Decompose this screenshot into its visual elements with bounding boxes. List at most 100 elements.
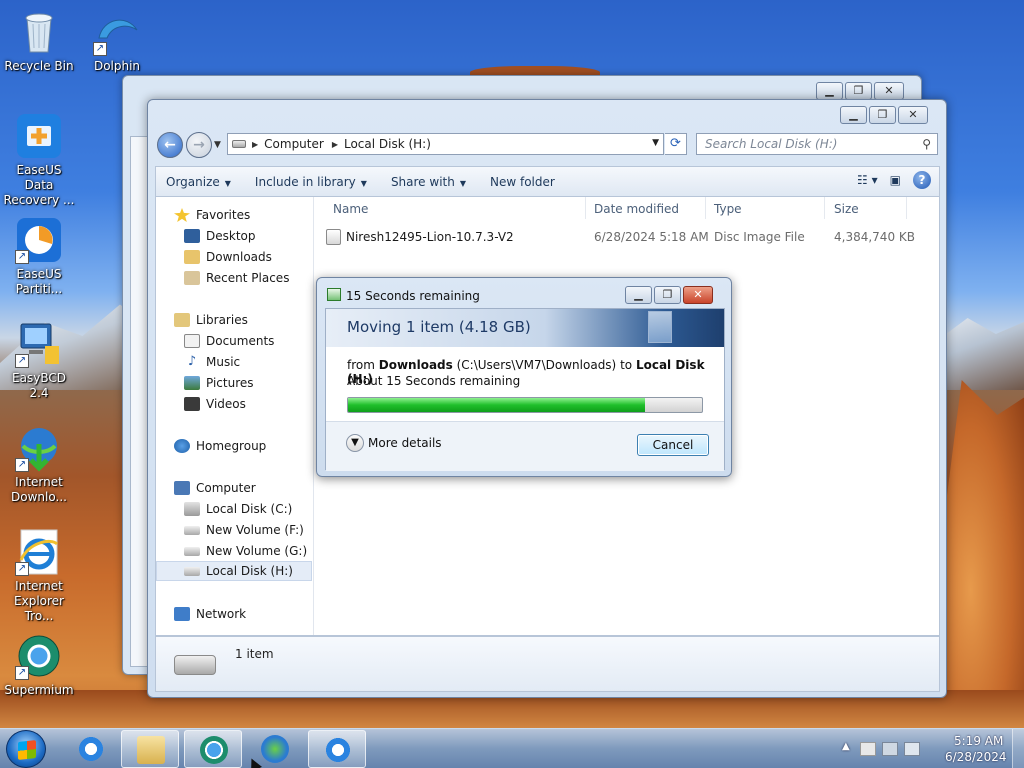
notification-area: ▲ 5:19 AM 6/28/2024 bbox=[834, 729, 1024, 768]
back-button[interactable]: ← bbox=[157, 132, 183, 158]
forward-button[interactable]: → bbox=[186, 132, 212, 158]
breadcrumb-computer[interactable]: Computer bbox=[264, 137, 324, 151]
volume-muted-icon[interactable] bbox=[904, 742, 920, 756]
system-drive-icon bbox=[184, 502, 200, 516]
desktop-icon-dolphin[interactable]: ↗ Dolphin bbox=[79, 8, 155, 74]
shortcut-arrow-icon: ↗ bbox=[15, 562, 29, 576]
nav-music[interactable]: ♪ Music bbox=[184, 352, 240, 372]
column-date-modified[interactable]: Date modified bbox=[594, 202, 679, 216]
search-icon[interactable]: ⚲ bbox=[922, 134, 931, 154]
minimize-button[interactable]: ▁ bbox=[816, 82, 843, 100]
column-divider[interactable] bbox=[705, 197, 706, 219]
new-folder-label: New folder bbox=[490, 174, 555, 189]
nav-local-disk-c[interactable]: Local Disk (C:) bbox=[184, 499, 292, 519]
desktop-icon-label: Recycle Bin bbox=[4, 59, 74, 73]
taskbar-internet-explorer-2[interactable] bbox=[308, 730, 366, 768]
nav-desktop[interactable]: Desktop bbox=[184, 226, 256, 246]
close-button[interactable]: ✕ bbox=[683, 286, 713, 304]
column-name[interactable]: Name bbox=[333, 202, 368, 216]
address-bar[interactable]: ▶ Computer ▶ Local Disk (H:) ▼ bbox=[227, 133, 664, 155]
search-input[interactable]: Search Local Disk (H:) ⚲ bbox=[696, 133, 938, 155]
network-icon bbox=[174, 607, 190, 621]
organize-button[interactable]: Organize ▼ bbox=[156, 175, 241, 189]
nav-recent-places[interactable]: Recent Places bbox=[184, 268, 289, 288]
homegroup-icon bbox=[174, 439, 190, 453]
taskbar-internet-explorer[interactable] bbox=[62, 730, 120, 768]
file-operation-dialog[interactable]: 15 Seconds remaining ▁ ❐ ✕ Moving 1 item… bbox=[316, 277, 732, 477]
nav-downloads[interactable]: Downloads bbox=[184, 247, 272, 267]
taskbar-file-explorer[interactable] bbox=[121, 730, 179, 768]
nav-label: Music bbox=[206, 355, 241, 369]
supermium-icon: ↗ bbox=[15, 632, 63, 680]
close-button[interactable]: ✕ bbox=[898, 106, 928, 124]
refresh-button[interactable]: ⟳ bbox=[665, 133, 687, 155]
cancel-button[interactable]: Cancel bbox=[637, 434, 709, 456]
column-divider[interactable] bbox=[585, 197, 586, 219]
change-view-icon[interactable]: ☷ ▾ bbox=[857, 173, 878, 187]
nav-homegroup[interactable]: Homegroup bbox=[174, 436, 266, 456]
nav-favorites[interactable]: Favorites bbox=[174, 205, 250, 225]
progress-fill bbox=[348, 398, 646, 412]
column-type[interactable]: Type bbox=[714, 202, 742, 216]
back-arrow-icon: ← bbox=[164, 137, 176, 153]
share-with-label: Share with bbox=[390, 174, 455, 189]
column-divider[interactable] bbox=[824, 197, 825, 219]
desktop-icon-easybcd[interactable]: ↗ EasyBCD 2.4 bbox=[1, 320, 77, 401]
window-caption-buttons: ▁ ❐ ✕ bbox=[840, 106, 928, 124]
address-dropdown-icon[interactable]: ▼ bbox=[652, 138, 659, 148]
close-button[interactable]: ✕ bbox=[874, 82, 904, 100]
clock-date[interactable]: 6/28/2024 bbox=[945, 750, 1007, 764]
navigation-pane: Favorites Desktop Downloads Recent Place… bbox=[156, 197, 314, 635]
command-bar: Organize ▼ Include in library ▼ Share with… bbox=[155, 166, 940, 196]
disc-image-icon bbox=[326, 229, 341, 245]
minimize-button[interactable]: ▁ bbox=[840, 106, 867, 124]
help-icon[interactable]: ? bbox=[913, 171, 931, 189]
preview-pane-icon[interactable]: ▣ bbox=[890, 173, 901, 187]
include-in-library-button[interactable]: Include in library ▼ bbox=[245, 175, 377, 189]
breadcrumb-arrow-icon[interactable]: ▶ bbox=[332, 140, 338, 149]
desktop-icon-label: Internet Downlo... bbox=[11, 475, 67, 504]
dialog-footer: ▼ More details Cancel bbox=[326, 421, 724, 471]
share-with-button[interactable]: Share with ▼ bbox=[381, 175, 476, 189]
desktop-icon-label: EasyBCD 2.4 bbox=[12, 371, 66, 400]
file-row[interactable]: Niresh12495-Lion-10.7.3-V2 6/28/2024 5:1… bbox=[324, 227, 932, 249]
breadcrumb-arrow-icon[interactable]: ▶ bbox=[252, 140, 258, 149]
column-divider[interactable] bbox=[906, 197, 907, 219]
nav-pictures[interactable]: Pictures bbox=[184, 373, 254, 393]
internet-download-manager-icon bbox=[261, 735, 289, 763]
show-hidden-icons-button[interactable]: ▲ bbox=[842, 741, 850, 752]
nav-new-volume-g[interactable]: New Volume (G:) bbox=[184, 541, 307, 561]
maximize-button[interactable]: ❐ bbox=[654, 286, 681, 304]
desktop-icon-recycle-bin[interactable]: Recycle Bin bbox=[1, 8, 77, 74]
nav-libraries[interactable]: Libraries bbox=[174, 310, 248, 330]
minimize-button[interactable]: ▁ bbox=[625, 286, 652, 304]
more-details-button[interactable]: ▼ More details bbox=[346, 434, 442, 452]
show-desktop-button[interactable] bbox=[1012, 729, 1024, 768]
new-folder-button[interactable]: New folder bbox=[480, 175, 565, 189]
desktop-icon-internet-download-manager[interactable]: ↗ Internet Downlo... bbox=[1, 424, 77, 505]
desktop-icon-label: Internet Explorer Tro... bbox=[14, 579, 64, 623]
nav-videos[interactable]: Videos bbox=[184, 394, 246, 414]
desktop-icon-easeus-partition[interactable]: ↗ EaseUS Partiti... bbox=[1, 216, 77, 297]
nav-new-volume-f[interactable]: New Volume (F:) bbox=[184, 520, 304, 540]
desktop-icon bbox=[184, 229, 200, 243]
network-status-icon[interactable] bbox=[882, 742, 898, 756]
nav-documents[interactable]: Documents bbox=[184, 331, 274, 351]
recent-pages-button[interactable]: ▼ bbox=[214, 140, 221, 150]
column-headers: Name Date modified Type Size bbox=[324, 197, 932, 219]
desktop-icon-internet-explorer[interactable]: ↗ Internet Explorer Tro... bbox=[1, 528, 77, 624]
nav-computer[interactable]: Computer bbox=[174, 478, 256, 498]
nav-network[interactable]: Network bbox=[174, 604, 246, 624]
start-button[interactable] bbox=[6, 730, 46, 768]
maximize-button[interactable]: ❐ bbox=[869, 106, 896, 124]
nav-local-disk-h[interactable]: Local Disk (H:) bbox=[156, 561, 312, 581]
maximize-button[interactable]: ❐ bbox=[845, 82, 872, 100]
desktop-icon-easeus-data-recovery[interactable]: EaseUS Data Recovery ... bbox=[1, 112, 77, 208]
column-size[interactable]: Size bbox=[834, 202, 859, 216]
taskbar-supermium[interactable] bbox=[184, 730, 242, 768]
desktop-icon-supermium[interactable]: ↗ Supermium bbox=[1, 632, 77, 698]
clock-time[interactable]: 5:19 AM bbox=[954, 734, 1003, 748]
source-link[interactable]: Downloads bbox=[379, 358, 453, 372]
action-center-icon[interactable] bbox=[860, 742, 876, 756]
breadcrumb-current[interactable]: Local Disk (H:) bbox=[344, 137, 431, 151]
